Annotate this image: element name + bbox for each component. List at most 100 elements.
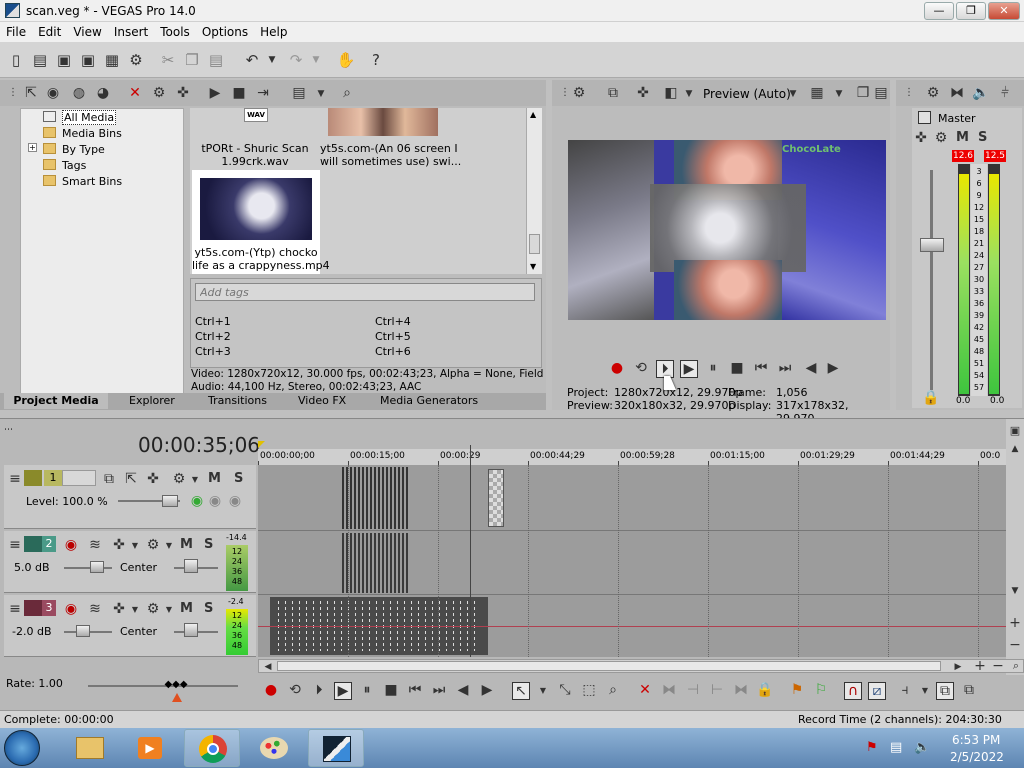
audio-event-cluster[interactable]: [342, 533, 410, 593]
copy-icon[interactable]: ❐: [182, 50, 202, 70]
record-icon[interactable]: ●: [608, 360, 626, 376]
media-item-screen[interactable]: yt5s.com-(An 06 screen I will sometimes …: [320, 108, 461, 170]
tab-transitions[interactable]: Transitions: [208, 393, 267, 409]
scroll-up-icon[interactable]: ▲: [530, 110, 536, 119]
split-view-icon[interactable]: ◧: [662, 85, 680, 101]
tree-item-smart-bins[interactable]: Smart Bins: [43, 175, 122, 188]
close-button[interactable]: ✕: [988, 2, 1020, 20]
new-file-icon[interactable]: ▯: [6, 50, 26, 70]
trim-start-icon[interactable]: ⊣: [684, 682, 702, 698]
fx-dropdown-icon[interactable]: ▼: [160, 538, 178, 554]
pan-slider-thumb[interactable]: [184, 559, 198, 573]
overlays-grid-icon[interactable]: ▦: [808, 85, 826, 101]
views-icon[interactable]: ▤: [290, 85, 308, 101]
normal-edit-tool-icon[interactable]: ↖: [512, 682, 530, 700]
delete-icon[interactable]: ✕: [636, 682, 654, 698]
previous-frame-icon[interactable]: ◀: [802, 360, 820, 376]
master-fx-icon[interactable]: ⚙: [932, 130, 950, 146]
ripple-dropdown-icon[interactable]: ▼: [916, 683, 934, 699]
video-event-clip[interactable]: [488, 469, 504, 527]
menu-file[interactable]: File: [0, 22, 32, 39]
tab-project-media[interactable]: Project Media: [4, 393, 108, 409]
preview-fx-gear-icon[interactable]: ⚙: [570, 85, 588, 101]
pause-icon[interactable]: ⏸: [704, 360, 722, 376]
tray-volume-icon[interactable]: 🔈: [914, 740, 930, 755]
loop-playback-icon[interactable]: ⟲: [632, 360, 650, 376]
lock-envelopes-icon[interactable]: ⧉: [936, 682, 954, 700]
record-icon[interactable]: ●: [262, 682, 280, 698]
save-icon[interactable]: ▣: [54, 50, 74, 70]
arm-record-icon[interactable]: ◉: [62, 601, 80, 617]
save-snapshot-icon[interactable]: ▤: [872, 85, 890, 101]
external-monitor-icon[interactable]: ⧉: [604, 85, 622, 101]
track-drag-icon[interactable]: ≡: [6, 601, 24, 617]
track-drag-icon[interactable]: ≡: [6, 537, 24, 553]
scroll-left-icon[interactable]: ◀: [259, 659, 277, 675]
solo-button[interactable]: S: [234, 471, 243, 486]
tab-explorer[interactable]: Explorer: [129, 393, 175, 409]
ignore-grouping-icon[interactable]: ⧉: [960, 682, 978, 698]
selection-tool-icon[interactable]: ⬚: [580, 682, 598, 698]
solo-button[interactable]: S: [204, 537, 213, 552]
go-to-start-icon[interactable]: ⏮: [406, 682, 424, 698]
track-waveform-icon[interactable]: ≋: [86, 537, 104, 553]
arm-record-icon[interactable]: ◉: [62, 537, 80, 553]
copy-snapshot-icon[interactable]: ❐: [854, 85, 872, 101]
speaker-icon[interactable]: 🔈: [972, 85, 990, 101]
play-icon[interactable]: ▶: [680, 360, 698, 378]
globe-icon[interactable]: ◕: [94, 85, 112, 101]
timeline-horizontal-scroll[interactable]: ◀ ▶ + − ⌕: [258, 658, 1024, 675]
maximize-button[interactable]: ❐: [956, 2, 986, 20]
track-drag-icon[interactable]: ≡: [6, 471, 24, 487]
mute-button[interactable]: M: [180, 537, 193, 552]
scroll-thumb[interactable]: [277, 661, 941, 671]
preview-quality-dropdown[interactable]: Preview (Auto): [703, 87, 791, 101]
master-fader-thumb[interactable]: [920, 238, 944, 252]
next-frame-icon[interactable]: ▶: [824, 360, 842, 376]
solo-button[interactable]: S: [204, 601, 213, 616]
search-icon[interactable]: ⌕: [338, 85, 356, 101]
menu-edit[interactable]: Edit: [32, 22, 67, 39]
taskbar-vegas-button[interactable]: [308, 729, 364, 767]
volume-slider-thumb[interactable]: [90, 561, 104, 573]
previous-frame-icon[interactable]: ◀: [454, 682, 472, 698]
views-dropdown-icon[interactable]: ▼: [312, 86, 330, 102]
tray-flag-icon[interactable]: ⚑: [866, 740, 878, 755]
plugin-icon[interactable]: ✋: [336, 50, 356, 70]
auto-preview-icon[interactable]: ⇥: [254, 85, 272, 101]
master-fx-gear-icon[interactable]: ⚙: [924, 85, 942, 101]
downmix-icon[interactable]: ⧓: [948, 85, 966, 101]
properties-dropdown-icon[interactable]: ▼: [126, 602, 144, 618]
properties-gear-icon[interactable]: ⚙: [126, 50, 146, 70]
master-properties-icon[interactable]: ✜: [912, 130, 930, 146]
tray-time[interactable]: 6:53 PM: [952, 733, 1000, 747]
trim-end-icon[interactable]: ⊢: [708, 682, 726, 698]
taskbar-chrome-button[interactable]: [184, 729, 240, 767]
stop-icon[interactable]: ■: [728, 360, 746, 376]
track-name-field[interactable]: [62, 470, 96, 486]
auto-crossfade-icon[interactable]: ⧄: [868, 682, 886, 700]
quality-dropdown-icon[interactable]: ▼: [784, 86, 802, 102]
zoom-in-horizontal-icon[interactable]: +: [971, 658, 989, 674]
add-tags-input[interactable]: [195, 283, 535, 301]
pan-slider-thumb[interactable]: [184, 623, 198, 637]
menu-view[interactable]: View: [67, 22, 107, 39]
get-media-web-icon[interactable]: ◍: [70, 85, 88, 101]
taskbar-explorer-button[interactable]: [62, 729, 118, 767]
split-icon[interactable]: ⧓: [732, 682, 750, 698]
stop-icon[interactable]: ■: [382, 682, 400, 698]
menu-help[interactable]: Help: [254, 22, 293, 39]
menu-options[interactable]: Options: [196, 22, 254, 39]
tray-network-icon[interactable]: ▤: [890, 740, 902, 755]
scroll-right-icon[interactable]: ▶: [949, 659, 967, 675]
composite-child-icon[interactable]: ◉: [188, 493, 206, 509]
snapping-icon[interactable]: ∩: [844, 682, 862, 700]
zoom-in-vertical-icon[interactable]: +: [1006, 615, 1024, 631]
properties-dropdown-icon[interactable]: ▼: [126, 538, 144, 554]
envelope-tool-icon[interactable]: ⤡: [556, 682, 574, 698]
media-item-mp4-selected[interactable]: yt5s.com-(Ytp) chocko life as a crappyne…: [192, 170, 330, 274]
minimize-button[interactable]: —: [924, 2, 954, 20]
media-item-wav[interactable]: WAV tPORt - Shuric Scan 1.99crk.wav: [192, 108, 318, 170]
zoom-out-vertical-icon[interactable]: −: [1006, 637, 1024, 653]
master-select-icon[interactable]: [918, 111, 931, 124]
